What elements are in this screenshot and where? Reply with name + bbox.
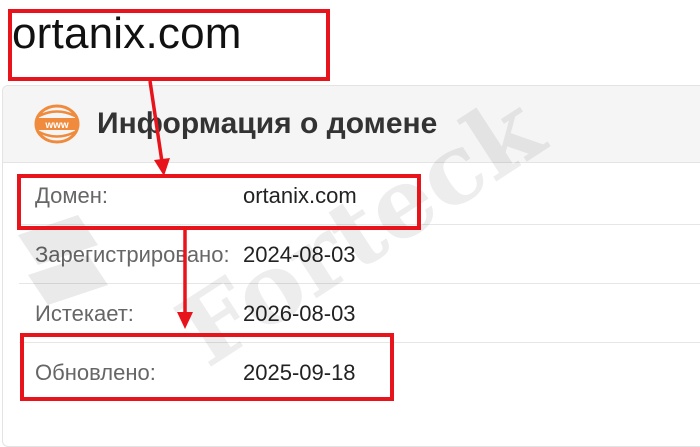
- arrow-domain-to-updated: [177, 230, 193, 329]
- arrow-heading-to-domain: [148, 80, 170, 176]
- annotation-arrows: [148, 80, 193, 329]
